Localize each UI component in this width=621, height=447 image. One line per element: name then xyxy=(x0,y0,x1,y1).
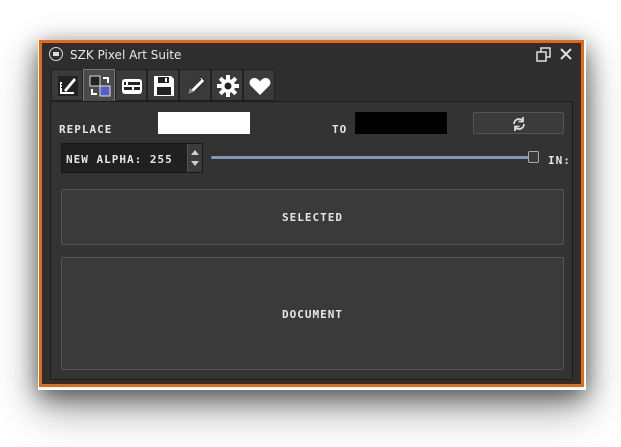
floppy-disk-icon xyxy=(154,76,174,96)
refresh-icon xyxy=(513,117,525,131)
title-bar[interactable]: SZK Pixel Art Suite xyxy=(42,43,581,67)
alpha-slider-track[interactable] xyxy=(211,156,533,159)
apply-document-label: DOCUMENT xyxy=(282,308,343,321)
tab-save[interactable] xyxy=(147,69,179,101)
replace-label: REPLACE xyxy=(59,123,113,136)
replace-from-color-swatch[interactable] xyxy=(158,112,250,134)
close-icon[interactable] xyxy=(558,46,574,62)
alpha-spinbox[interactable]: NEW ALPHA: 255 xyxy=(61,143,203,173)
tab-pencil-ruler[interactable] xyxy=(51,69,83,101)
app-window: SZK Pixel Art Suite REPLACE TO NEW ALPHA… xyxy=(39,40,584,387)
tab-favorites[interactable] xyxy=(243,69,275,101)
restore-icon[interactable] xyxy=(536,47,552,63)
tab-settings[interactable] xyxy=(211,69,243,101)
gear-icon xyxy=(217,75,239,97)
chevron-up-icon[interactable] xyxy=(191,150,199,155)
tiles-icon xyxy=(122,79,142,94)
heart-icon xyxy=(249,78,271,95)
apply-document-button[interactable]: DOCUMENT xyxy=(61,257,564,370)
pencil-ruler-icon xyxy=(58,76,78,96)
apply-selected-button[interactable]: SELECTED xyxy=(61,189,564,245)
tab-tiles[interactable] xyxy=(115,69,147,101)
chevron-down-icon[interactable] xyxy=(191,161,199,166)
alpha-value-label: NEW ALPHA: 255 xyxy=(66,153,173,166)
replace-panel: REPLACE TO NEW ALPHA: 255 IN: SELECTED D… xyxy=(50,101,573,380)
swap-colors-button[interactable] xyxy=(473,112,564,134)
tab-pencil[interactable] xyxy=(179,69,211,101)
alpha-spin-buttons[interactable] xyxy=(187,144,202,172)
apply-selected-label: SELECTED xyxy=(282,211,343,224)
color-swap-icon xyxy=(89,75,111,97)
replace-to-color-swatch[interactable] xyxy=(355,112,447,134)
alpha-slider-handle[interactable] xyxy=(528,151,539,163)
pencil-icon xyxy=(187,76,206,95)
to-label: TO xyxy=(332,123,348,136)
tab-color-swap[interactable] xyxy=(83,69,115,103)
app-logo-icon xyxy=(49,47,63,61)
window-title: SZK Pixel Art Suite xyxy=(70,48,182,62)
in-label: IN: xyxy=(548,154,571,167)
